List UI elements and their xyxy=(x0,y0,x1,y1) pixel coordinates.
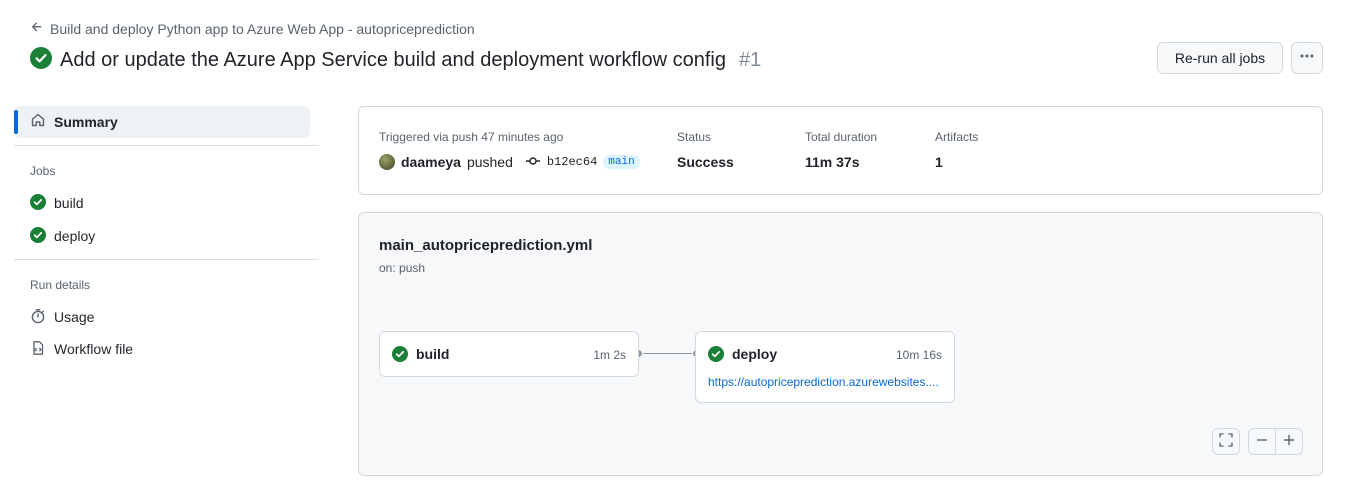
artifacts-count-link[interactable]: 1 xyxy=(935,154,943,170)
page-title: Add or update the Azure App Service buil… xyxy=(30,45,761,75)
jobs-heading: Jobs xyxy=(30,164,56,178)
status-value: Success xyxy=(677,154,734,170)
home-icon xyxy=(30,112,46,133)
workflow-trigger: on: push xyxy=(379,261,426,275)
back-link[interactable]: Build and deploy Python app to Azure Web… xyxy=(30,19,475,39)
job-name: build xyxy=(416,346,450,362)
back-link-label: Build and deploy Python app to Azure Web… xyxy=(50,21,475,37)
artifacts-label: Artifacts xyxy=(935,130,979,144)
status-label: Status xyxy=(677,130,712,144)
sidebar-item-label: Usage xyxy=(54,309,95,325)
success-check-icon xyxy=(30,226,46,246)
run-details-heading: Run details xyxy=(30,278,91,292)
sidebar-item-deploy[interactable]: deploy xyxy=(30,225,95,247)
job-duration: 10m 16s xyxy=(895,348,942,362)
success-check-icon xyxy=(392,346,408,367)
job-card-deploy[interactable]: deploy 10m 16s https://autopricepredicti… xyxy=(695,331,955,403)
duration-value: 11m 37s xyxy=(805,154,860,170)
duration-label: Total duration xyxy=(805,130,878,144)
sidebar-item-label: build xyxy=(54,195,84,211)
avatar xyxy=(379,154,395,170)
success-check-icon xyxy=(30,46,52,74)
sidebar-item-build[interactable]: build xyxy=(30,192,84,214)
job-connector-line xyxy=(639,353,696,354)
active-indicator xyxy=(14,110,18,134)
success-check-icon xyxy=(30,193,46,213)
workflow-file-name: main_autopriceprediction.yml xyxy=(379,237,593,254)
arrow-left-icon xyxy=(30,20,44,38)
fullscreen-icon xyxy=(1219,432,1233,452)
minus-icon xyxy=(1255,432,1269,452)
commit-sha-link[interactable]: b12ec64 xyxy=(547,155,597,169)
push-action: pushed xyxy=(466,154,513,170)
trigger-label: Triggered via push 47 minutes ago xyxy=(379,130,564,144)
file-code-icon xyxy=(30,340,46,359)
sidebar-item-label: Workflow file xyxy=(54,341,134,357)
sidebar-item-summary[interactable]: Summary xyxy=(14,106,310,138)
trigger-details: daameya pushed b12ec64 main xyxy=(379,154,640,170)
sidebar-item-label: Summary xyxy=(54,114,118,130)
deployment-url-link[interactable]: https://autopriceprediction.azurewebsite… xyxy=(708,375,944,389)
sidebar-item-label: deploy xyxy=(54,228,96,244)
rerun-all-jobs-button[interactable]: Re-run all jobs xyxy=(1157,42,1283,74)
plus-icon xyxy=(1282,432,1296,452)
more-options-button[interactable] xyxy=(1291,42,1323,74)
zoom-in-button[interactable] xyxy=(1275,428,1303,455)
job-duration: 1m 2s xyxy=(593,348,626,362)
zoom-out-button[interactable] xyxy=(1248,428,1276,455)
git-commit-icon xyxy=(525,154,541,170)
branch-label[interactable]: main xyxy=(603,155,640,169)
job-name: deploy xyxy=(732,346,778,362)
success-check-icon xyxy=(708,346,724,367)
actor-link[interactable]: daameya xyxy=(401,154,461,170)
run-summary-panel: Triggered via push 47 minutes ago daamey… xyxy=(358,106,1323,195)
sidebar-divider xyxy=(14,145,319,146)
workflow-graph-panel: main_autopriceprediction.yml on: push bu… xyxy=(358,212,1323,476)
run-number: #1 xyxy=(738,48,762,71)
stopwatch-icon xyxy=(30,308,46,327)
fullscreen-button[interactable] xyxy=(1212,428,1240,455)
kebab-horizontal-icon xyxy=(1299,48,1315,69)
job-card-build[interactable]: build 1m 2s xyxy=(379,331,639,377)
sidebar-item-usage[interactable]: Usage xyxy=(30,306,94,328)
sidebar-divider xyxy=(14,259,319,260)
sidebar-item-workflow-file[interactable]: Workflow file xyxy=(30,338,133,360)
run-title: Add or update the Azure App Service buil… xyxy=(60,48,726,71)
